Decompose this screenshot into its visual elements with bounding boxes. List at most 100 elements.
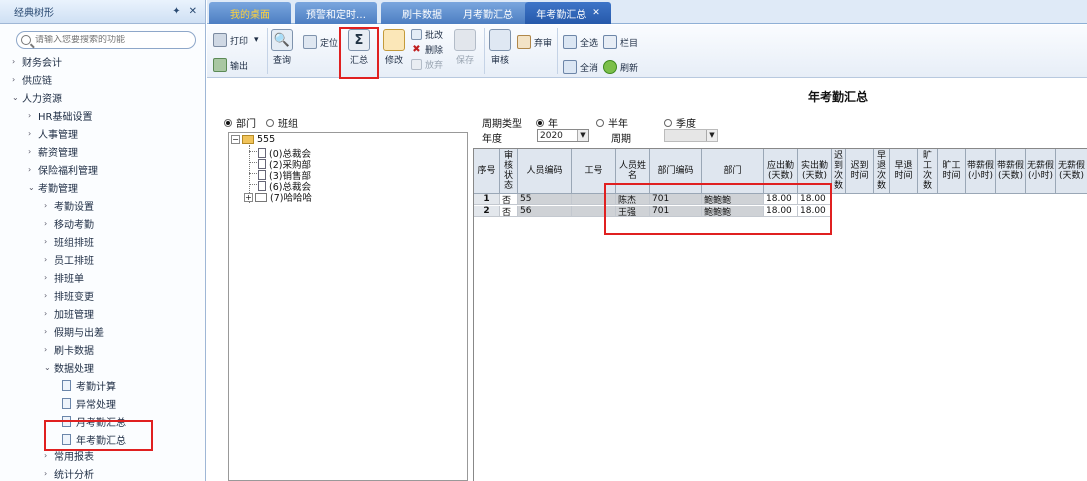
collapse-icon[interactable]: −: [231, 135, 240, 144]
column-header[interactable]: 审核状态: [500, 149, 518, 194]
radio-year-indicator[interactable]: [536, 118, 544, 127]
chevron-right-icon: ›: [44, 326, 48, 336]
pin-icon[interactable]: ✦: [172, 6, 180, 17]
chevron-right-icon: ›: [12, 56, 16, 66]
column-header[interactable]: 迟到时间: [846, 149, 874, 194]
sidebar-item-schedule-form[interactable]: › 排班单: [44, 269, 84, 285]
sidebar-item-card-data[interactable]: › 刷卡数据: [44, 341, 94, 357]
table-cell[interactable]: 56: [518, 206, 572, 217]
radio-team[interactable]: 班组: [266, 115, 298, 130]
radio-dept[interactable]: 部门: [224, 115, 256, 130]
discard-audit-button[interactable]: 弃审: [517, 35, 552, 49]
tab-monthly-summary[interactable]: 月考勤汇总: [447, 2, 529, 24]
column-header[interactable]: 带薪假(天数): [996, 149, 1026, 194]
table-cell[interactable]: 2: [474, 206, 500, 217]
radio-team-indicator[interactable]: [266, 118, 274, 127]
table-cell[interactable]: 否: [500, 194, 518, 205]
sidebar-item-attendance[interactable]: ⌄ 考勤管理: [28, 179, 78, 195]
close-tab-icon[interactable]: ✕: [592, 8, 600, 18]
radio-year[interactable]: 年: [536, 115, 558, 130]
chevron-right-icon: ›: [44, 218, 48, 228]
columns-button[interactable]: 栏目: [603, 35, 638, 49]
sidebar-item-schedule-change[interactable]: › 排班变更: [44, 287, 94, 303]
folder-icon: [242, 135, 254, 144]
batch-modify-button[interactable]: 批改: [411, 28, 443, 41]
sidebar-item-attendance-settings[interactable]: › 考勤设置: [44, 197, 94, 213]
delete-button[interactable]: ✖ 删除: [411, 43, 443, 56]
highlight-box-sidebar: [44, 420, 153, 451]
sidebar-item-attendance-calc[interactable]: 考勤计算: [62, 377, 116, 393]
period-select[interactable]: ▼: [664, 129, 718, 142]
sidebar-item-data-processing[interactable]: ⌄ 数据处理: [44, 359, 94, 375]
period-type-label: 周期类型: [482, 119, 522, 130]
search-input[interactable]: [35, 35, 185, 45]
column-header[interactable]: 早退时间: [890, 149, 918, 194]
export-button[interactable]: 输出: [213, 58, 248, 72]
tree-node[interactable]: + (7)哈哈哈: [244, 190, 312, 204]
columns-icon: [603, 35, 617, 49]
sidebar-item-mobile-attendance[interactable]: › 移动考勤: [44, 215, 94, 231]
sidebar-item-employee-scheduling[interactable]: › 员工排班: [44, 251, 94, 267]
column-header[interactable]: 迟到次数: [832, 149, 846, 194]
refresh-button[interactable]: 刷新: [603, 60, 638, 74]
sidebar-item-team-scheduling[interactable]: › 班组排班: [44, 233, 94, 249]
column-header[interactable]: 早退次数: [874, 149, 890, 194]
abandon-button[interactable]: 放弃: [411, 58, 443, 71]
sidebar-item-hr-basic[interactable]: › HR基础设置: [28, 107, 92, 123]
column-header[interactable]: 人员编码: [518, 149, 572, 194]
locate-button[interactable]: 定位: [303, 35, 338, 49]
pencil-icon: [383, 29, 405, 51]
audit-button[interactable]: 审核: [489, 29, 511, 66]
year-select[interactable]: 2020 ▼: [537, 129, 589, 142]
tab-yearly-summary[interactable]: 年考勤汇总 ✕: [525, 2, 611, 24]
chevron-down-icon: ▼: [577, 130, 588, 141]
chevron-right-icon: ›: [44, 308, 48, 318]
radio-quarter-indicator[interactable]: [664, 118, 672, 127]
tab-my-desktop[interactable]: 我的桌面: [209, 2, 291, 24]
table-cell[interactable]: 55: [518, 194, 572, 205]
table-cell[interactable]: 否: [500, 206, 518, 217]
select-all-button[interactable]: 全选: [563, 35, 598, 49]
sidebar-item-personnel[interactable]: › 人事管理: [28, 125, 78, 141]
column-header[interactable]: 旷工时间: [938, 149, 966, 194]
radio-quarter[interactable]: 季度: [664, 115, 696, 130]
sidebar-item-finance[interactable]: › 财务会计: [12, 53, 62, 69]
sidebar-item-supply-chain[interactable]: › 供应链: [12, 71, 52, 87]
radio-half-year[interactable]: 半年: [596, 115, 628, 130]
sidebar-item-hr[interactable]: ⌄ 人力资源: [12, 89, 62, 105]
sidebar-item-statistics[interactable]: › 统计分析: [44, 465, 94, 481]
radio-dept-indicator[interactable]: [224, 118, 232, 127]
save-icon: [454, 29, 476, 51]
sidebar-item-overtime[interactable]: › 加班管理: [44, 305, 94, 321]
chevron-right-icon: ›: [44, 450, 48, 460]
clear-all-button[interactable]: 全消: [563, 60, 598, 74]
radio-half-year-indicator[interactable]: [596, 118, 604, 127]
sidebar-item-payroll[interactable]: › 薪资管理: [28, 143, 78, 159]
chevron-down-icon: ▼: [706, 130, 717, 141]
close-icon[interactable]: ✕: [189, 6, 197, 17]
column-header[interactable]: 序号: [474, 149, 500, 194]
search-box[interactable]: [16, 31, 196, 49]
column-header[interactable]: 无薪假(小时): [1026, 149, 1056, 194]
page-title: 年考勤汇总: [808, 90, 869, 104]
print-button[interactable]: 打印 ▾: [213, 33, 259, 47]
query-icon: 🔍: [271, 29, 293, 51]
save-button[interactable]: 保存: [454, 29, 476, 66]
table-cell[interactable]: 1: [474, 194, 500, 205]
column-header[interactable]: 无薪假(天数): [1056, 149, 1087, 194]
export-icon: [213, 58, 227, 72]
tree-root[interactable]: − 555: [231, 134, 275, 145]
chevron-right-icon: ›: [44, 272, 48, 282]
sidebar-item-leave-travel[interactable]: › 假期与出差: [44, 323, 104, 339]
query-button[interactable]: 🔍 查询: [271, 29, 293, 66]
tab-alerts[interactable]: 预警和定时…: [295, 2, 377, 24]
sidebar-item-exception[interactable]: 异常处理: [62, 395, 116, 411]
chevron-right-icon: ›: [44, 254, 48, 264]
expand-icon[interactable]: +: [244, 192, 253, 202]
column-header[interactable]: 旷工次数: [918, 149, 938, 194]
sidebar-item-insurance[interactable]: › 保险福利管理: [28, 161, 98, 177]
printer-icon: [213, 33, 227, 47]
modify-button[interactable]: 修改: [383, 29, 405, 66]
column-header[interactable]: 带薪假(小时): [966, 149, 996, 194]
chevron-right-icon: ›: [28, 110, 32, 120]
